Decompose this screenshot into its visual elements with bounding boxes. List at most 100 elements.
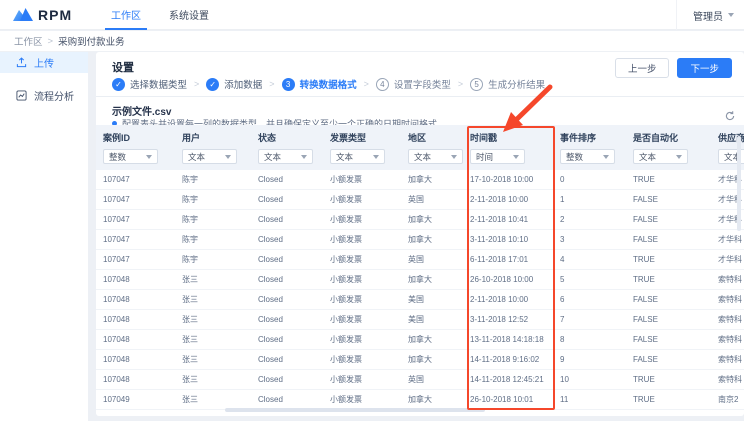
table-cell: 加拿大 <box>401 274 463 285</box>
table-cell: 加拿大 <box>401 174 463 185</box>
column-type-cell: 文本 <box>251 146 323 170</box>
chevron-down-icon <box>373 155 379 159</box>
table-cell: Closed <box>251 175 323 184</box>
tab-workspace[interactable]: 工作区 <box>97 0 155 30</box>
table-cell: 107048 <box>96 355 175 364</box>
column-type-select[interactable]: 文本 <box>182 149 237 164</box>
tab-system-settings[interactable]: 系统设置 <box>155 0 223 30</box>
column-type-cell: 文本 <box>175 146 251 170</box>
step-generate-result[interactable]: 5 生成分析结果 <box>470 77 545 91</box>
table-row: 107047陈宇Closed小额发票英国6-11-2018 17:014TRUE… <box>96 250 744 270</box>
table-row: 107048张三Closed小额发票美国2-11-2018 10:006FALS… <box>96 290 744 310</box>
table-cell: FALSE <box>626 295 711 304</box>
vertical-scrollbar[interactable] <box>737 136 741 231</box>
table-cell: 2-11-2018 10:41 <box>463 215 553 224</box>
column-type-select[interactable]: 文本 <box>633 149 688 164</box>
column-header: 案例ID <box>96 125 175 146</box>
table-cell: 14-11-2018 12:45:21 <box>463 375 553 384</box>
process-analysis-icon <box>16 90 27 101</box>
user-name: 管理员 <box>693 8 723 23</box>
step-set-field-type[interactable]: 4 设置字段类型 <box>376 77 451 91</box>
step-separator: > <box>458 79 463 89</box>
horizontal-scrollbar[interactable] <box>225 408 485 412</box>
column-header: 状态 <box>251 125 323 146</box>
step-check-icon <box>206 78 219 91</box>
table-cell: 英国 <box>401 194 463 205</box>
table-row: 107047陈宇Closed小额发票加拿大3-11-2018 10:103FAL… <box>96 230 744 250</box>
step-separator: > <box>364 79 369 89</box>
next-step-button[interactable]: 下一步 <box>677 58 732 78</box>
column-header: 用户 <box>175 125 251 146</box>
table-cell: Closed <box>251 315 323 324</box>
table-cell: 张三 <box>175 334 251 345</box>
table-cell: 14-11-2018 9:16:02 <box>463 355 553 364</box>
table-cell: 小额发票 <box>323 254 401 265</box>
table-cell: 小额发票 <box>323 354 401 365</box>
column-type-cell: 整数 <box>553 146 626 170</box>
table-cell: 南京2 <box>711 394 744 405</box>
column-type-select[interactable]: 文本 <box>258 149 313 164</box>
sidebar-item-process-analysis[interactable]: 流程分析 <box>0 85 88 106</box>
sidebar-item-label: 流程分析 <box>34 88 74 103</box>
user-menu[interactable]: 管理员 <box>676 0 734 30</box>
table-cell: 107048 <box>96 335 175 344</box>
step-check-icon <box>112 78 125 91</box>
tab-label: 系统设置 <box>169 7 209 22</box>
select-value: 文本 <box>188 151 205 163</box>
table-cell: Closed <box>251 395 323 404</box>
wizard-stepper: 选择数据类型 > 添加数据 > 3 转换数据格式 > 4 设置字段类型 > 5 … <box>112 77 545 91</box>
table-cell: 陈宇 <box>175 234 251 245</box>
table-cell: 107048 <box>96 315 175 324</box>
table-cell: Closed <box>251 195 323 204</box>
sidebar: 上传 流程分析 <box>0 52 88 421</box>
prev-step-button[interactable]: 上一步 <box>615 58 670 78</box>
table-cell: 陈宇 <box>175 194 251 205</box>
table-cell: 索特科 <box>711 374 744 385</box>
table-cell: 小额发票 <box>323 294 401 305</box>
table-cell: 加拿大 <box>401 354 463 365</box>
breadcrumb-separator: > <box>48 36 54 47</box>
table-cell: Closed <box>251 375 323 384</box>
step-label: 转换数据格式 <box>300 77 357 91</box>
table-cell: 107048 <box>96 275 175 284</box>
column-type-select[interactable]: 整数 <box>560 149 615 164</box>
breadcrumb-item-workspace[interactable]: 工作区 <box>14 34 43 48</box>
column-type-select[interactable]: 文本 <box>408 149 463 164</box>
table-cell: 张三 <box>175 274 251 285</box>
step-add-data[interactable]: 添加数据 <box>206 77 262 91</box>
refresh-icon[interactable] <box>724 110 736 122</box>
table-cell: 索特科 <box>711 334 744 345</box>
table-cell: 107049 <box>96 395 175 404</box>
table-cell: 加拿大 <box>401 214 463 225</box>
table-cell: 26-10-2018 10:00 <box>463 275 553 284</box>
sidebar-item-upload[interactable]: 上传 <box>0 52 88 73</box>
table-cell: 美国 <box>401 314 463 325</box>
table-cell: 0 <box>553 175 626 184</box>
tab-label: 工作区 <box>111 7 141 22</box>
table-cell: 小额发票 <box>323 394 401 405</box>
table-cell: 107048 <box>96 295 175 304</box>
column-type-select[interactable]: 整数 <box>103 149 158 164</box>
settings-card: 设置 上一步 下一步 选择数据类型 > 添加数据 > 3 转换数据格式 > 4 … <box>96 52 744 416</box>
column-header: 发票类型 <box>323 125 401 146</box>
table-cell: TRUE <box>626 255 711 264</box>
step-label: 生成分析结果 <box>488 77 545 91</box>
table-cell: Closed <box>251 235 323 244</box>
table-cell: 6-11-2018 17:01 <box>463 255 553 264</box>
step-separator: > <box>194 79 199 89</box>
chevron-down-icon <box>513 155 519 159</box>
table-cell: 2 <box>553 215 626 224</box>
select-value: 文本 <box>336 151 353 163</box>
chevron-down-icon <box>603 155 609 159</box>
select-value: 整数 <box>109 151 126 163</box>
table-cell: 3 <box>553 235 626 244</box>
step-convert-data-format[interactable]: 3 转换数据格式 <box>282 77 357 91</box>
table-cell: Closed <box>251 295 323 304</box>
table-cell: 小额发票 <box>323 314 401 325</box>
column-type-select[interactable]: 文本 <box>330 149 385 164</box>
select-value: 文本 <box>264 151 281 163</box>
column-type-select[interactable]: 时间 <box>470 149 525 164</box>
step-select-data-type[interactable]: 选择数据类型 <box>112 77 187 91</box>
chevron-down-icon <box>728 13 734 17</box>
select-value: 文本 <box>639 151 656 163</box>
